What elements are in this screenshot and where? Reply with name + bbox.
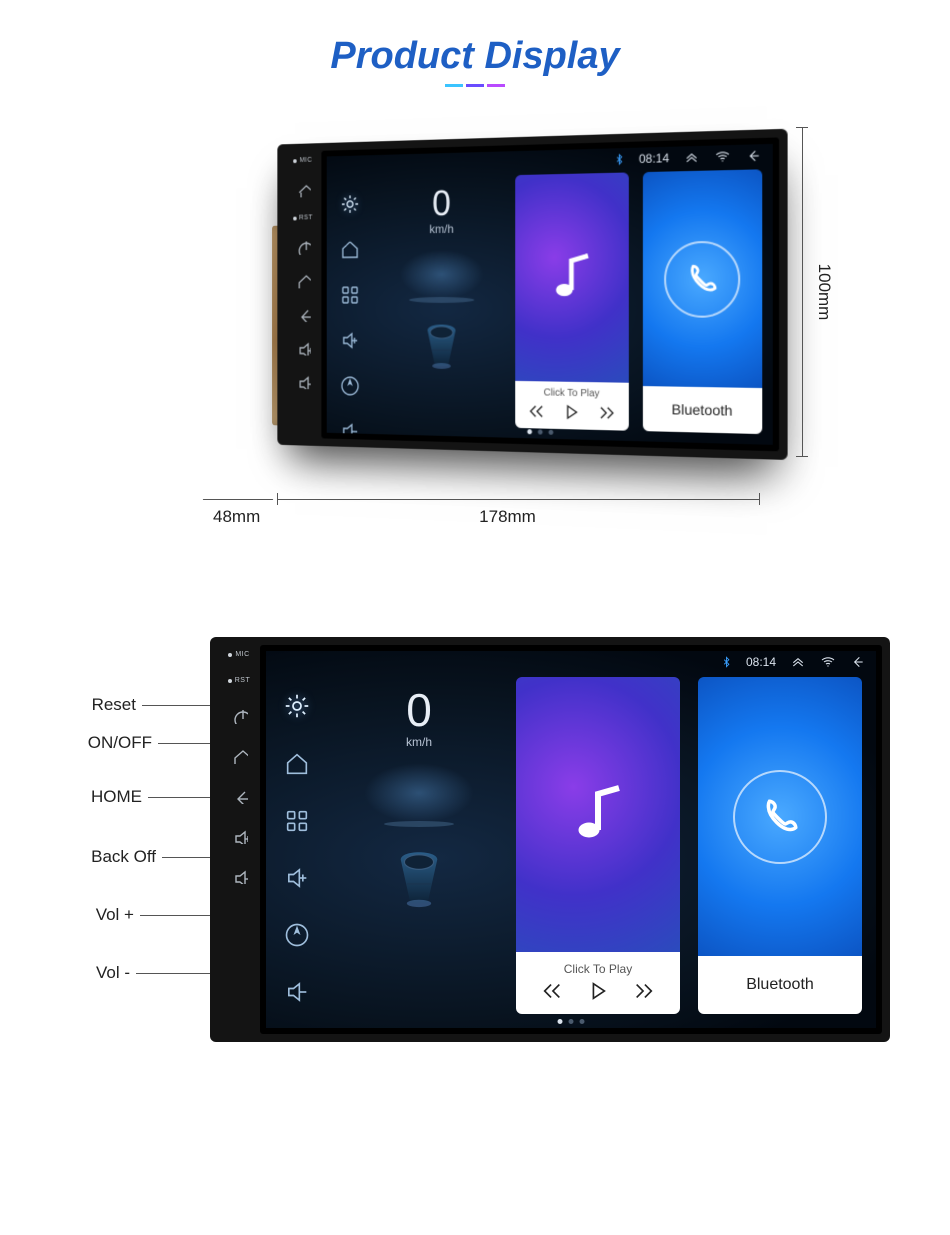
page-title: Product Display [0,35,950,78]
power-icon[interactable] [231,707,248,724]
music-note-icon [543,248,600,307]
speed-panel: 0 km/h [377,175,507,427]
car-top-icon [420,311,463,372]
chevron-up-icon [683,149,699,166]
music-tile[interactable]: Click To Play [515,172,629,430]
car-silhouette [400,249,484,299]
physical-side-buttons: MIC RST [284,151,321,439]
top-product-view: MIC RST 08:14 [0,117,950,577]
bluetooth-tile[interactable]: Bluetooth [698,677,862,1014]
next-icon[interactable] [598,404,616,423]
dimension-width: 178mm [255,499,760,529]
bottom-product-view: Reset ON/OFF HOME Back Off Vol + Vol - M… [0,637,950,1042]
phone-icon [684,261,719,296]
dock-nav[interactable] [283,921,311,954]
power-icon[interactable] [295,238,310,254]
play-icon[interactable] [587,980,609,1002]
speed-unit: km/h [406,735,432,749]
callout-voldown: Vol - [96,963,130,983]
bluetooth-icon [721,654,732,670]
previous-icon[interactable] [528,402,545,420]
button-callouts: Reset ON/OFF HOME Back Off Vol + Vol - [0,637,210,1042]
head-unit-device: MIC RST 08:14 [277,129,787,460]
dock-voldn[interactable] [339,420,361,449]
dock-volup[interactable] [339,329,361,357]
touchscreen[interactable]: 08:14 0 km/h [260,645,882,1034]
callout-backoff: Back Off [91,847,156,867]
phone-ring [664,240,740,317]
head-unit-device-front: MIC RST 08:14 [210,637,890,1042]
car-silhouette [364,763,474,823]
wifi-icon [820,654,836,670]
dock-home[interactable] [283,750,311,783]
back-nav-icon[interactable] [745,147,762,164]
dimension-height: 100mm [802,127,842,457]
callout-home: HOME [91,787,142,807]
volume-down-icon[interactable] [295,373,310,390]
music-caption: Click To Play [515,387,629,400]
back-nav-icon[interactable] [850,654,866,670]
pager-dots [558,1019,585,1024]
volume-up-icon[interactable] [231,827,248,844]
previous-icon[interactable] [541,980,563,1002]
music-tile[interactable]: Click To Play [516,677,680,1014]
status-bar: 08:14 [266,651,876,673]
volume-up-icon[interactable] [295,339,310,355]
screen-dock [330,179,370,425]
dock-apps[interactable] [339,283,361,311]
title-underline [0,84,950,87]
home-icon[interactable] [231,747,248,764]
chevron-up-icon [790,654,806,670]
music-note-icon [562,779,634,851]
dock-nav[interactable] [339,374,361,402]
clock-time: 08:14 [746,655,776,669]
mic-label: MIC [293,157,312,164]
speed-unit: km/h [429,222,453,236]
play-icon[interactable] [563,403,581,422]
home-outline-icon[interactable] [295,181,310,198]
home-icon[interactable] [295,272,310,288]
touchscreen[interactable]: 08:14 [321,137,779,451]
back-icon[interactable] [295,306,310,322]
bluetooth-icon [614,151,625,168]
bluetooth-tile[interactable]: Bluetooth [643,169,762,434]
dock-gear[interactable] [282,691,312,726]
dock-apps[interactable] [283,807,311,840]
dimension-depth: 48mm [203,499,273,529]
speed-panel: 0 km/h [334,677,504,1014]
wifi-icon [714,148,731,165]
music-caption: Click To Play [516,962,680,976]
callout-reset: Reset [92,695,136,715]
dock-gear[interactable] [339,192,361,220]
status-bar: 08:14 [327,144,773,178]
callout-volup: Vol + [96,905,134,925]
volume-down-icon[interactable] [231,867,248,884]
clock-time: 08:14 [639,151,669,166]
bluetooth-label: Bluetooth [698,956,862,1014]
bluetooth-label: Bluetooth [643,386,762,434]
dock-voldn[interactable] [283,978,311,1011]
phone-icon [759,796,801,838]
dock-volup[interactable] [283,864,311,897]
phone-ring [733,770,827,864]
car-top-icon [391,835,447,911]
mic-label: MIC [228,651,249,658]
speed-value: 0 [432,183,451,225]
callout-onoff: ON/OFF [88,733,152,753]
rst-label: RST [293,214,313,221]
back-icon[interactable] [231,787,248,804]
screen-dock [272,677,322,1014]
physical-side-buttons: MIC RST [218,645,260,1034]
speed-value: 0 [406,683,432,737]
dock-home[interactable] [339,238,361,266]
next-icon[interactable] [633,980,655,1002]
pager-dots [527,429,553,435]
rst-label: RST [228,677,251,684]
